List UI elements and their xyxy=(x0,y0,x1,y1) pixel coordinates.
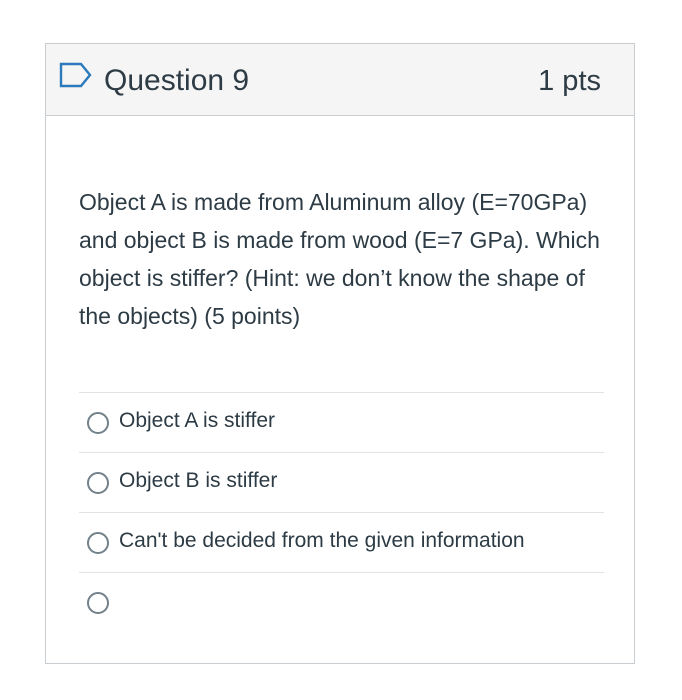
flag-outline-icon[interactable] xyxy=(59,61,93,89)
answer-label[interactable]: Can't be decided from the given informat… xyxy=(119,527,525,555)
answer-option[interactable]: Object B is stiffer xyxy=(79,452,604,512)
answer-label[interactable]: Object B is stiffer xyxy=(119,467,277,495)
radio-button[interactable] xyxy=(87,472,109,494)
question-header: Question 9 1 pts xyxy=(46,44,634,116)
question-card: Question 9 1 pts Object A is made from A… xyxy=(45,43,635,664)
radio-button[interactable] xyxy=(87,412,109,434)
question-text: Object A is made from Aluminum alloy (E=… xyxy=(79,189,600,329)
answer-option[interactable]: Object A is stiffer xyxy=(79,392,604,452)
radio-button[interactable] xyxy=(87,532,109,554)
question-title: Question 9 xyxy=(104,64,250,97)
question-points: 1 pts xyxy=(538,65,601,97)
radio-button[interactable] xyxy=(87,592,109,614)
answer-list: Object A is stiffer Object B is stiffer … xyxy=(79,392,604,632)
answer-label[interactable]: Object A is stiffer xyxy=(119,407,275,435)
answer-option[interactable] xyxy=(79,572,604,632)
answer-option[interactable]: Can't be decided from the given informat… xyxy=(79,512,604,572)
